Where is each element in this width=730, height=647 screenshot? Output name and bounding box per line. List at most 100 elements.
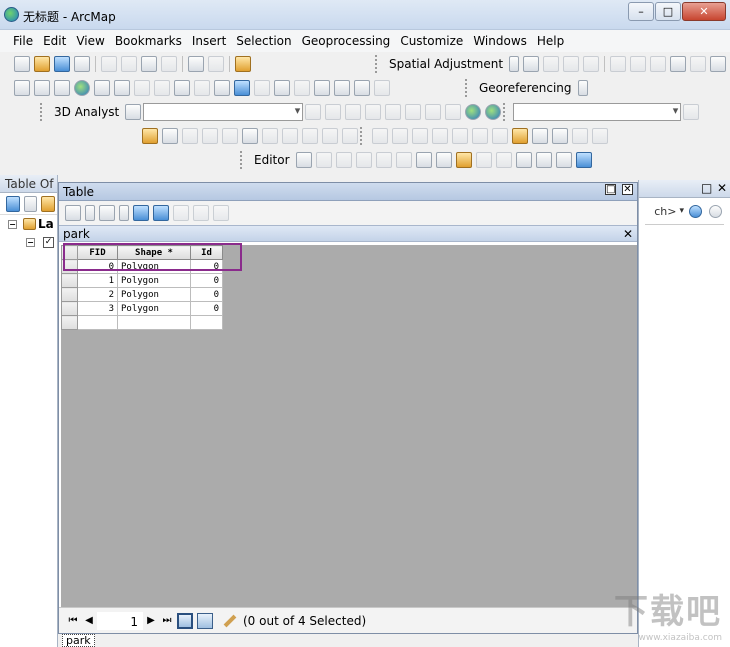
layer-visibility-checkbox[interactable]: ✓ [43, 236, 54, 248]
hammer-icon[interactable] [125, 104, 142, 120]
table-row-empty[interactable] [61, 315, 223, 330]
contour-icon[interactable] [305, 104, 322, 120]
row-selector[interactable] [61, 273, 78, 288]
link-table-icon[interactable] [610, 56, 627, 72]
reshape-edge-icon[interactable] [202, 128, 218, 144]
open-folder-icon[interactable] [34, 56, 50, 72]
trace-icon[interactable] [375, 152, 392, 168]
cell-id[interactable]: 0 [190, 259, 223, 274]
cell-empty[interactable] [77, 315, 118, 330]
clear-selection-icon[interactable] [173, 205, 189, 221]
row-selector[interactable] [61, 315, 78, 330]
list-by-drawing-order-icon[interactable] [6, 195, 20, 212]
menu-customize[interactable]: Customize [395, 30, 468, 52]
toolbar-grip-handle[interactable] [40, 103, 46, 121]
list-by-source-icon[interactable] [23, 195, 38, 212]
cell-shape[interactable]: Polygon [117, 301, 191, 316]
cell-shape[interactable]: Polygon [117, 287, 191, 302]
limited-adjustment-icon[interactable] [630, 56, 647, 72]
column-header-fid[interactable]: FID [77, 245, 118, 260]
list-by-visibility-icon[interactable] [41, 195, 56, 212]
select-by-attributes-icon[interactable] [133, 205, 149, 221]
related-tables-icon[interactable] [99, 205, 115, 221]
next-record-icon[interactable]: ▶ [143, 615, 159, 626]
table-options-icon[interactable] [65, 205, 81, 221]
preview-window-icon[interactable] [690, 56, 707, 72]
3d-analyst-layer-combo[interactable] [143, 103, 304, 121]
error-inspector-icon[interactable] [372, 128, 388, 144]
vertex-tool-icon[interactable] [412, 128, 428, 144]
clear-selection-icon[interactable] [194, 80, 210, 96]
rotate-icon[interactable] [495, 152, 512, 168]
fixed-zoom-in-icon[interactable] [94, 80, 110, 96]
dropdown-arrow-icon[interactable] [577, 80, 588, 96]
search-panel-close-button[interactable]: ✕ [717, 181, 727, 195]
row-selector[interactable] [61, 287, 78, 302]
zoom-out-icon[interactable] [34, 80, 50, 96]
fix-topology-error-icon[interactable] [342, 128, 358, 144]
search-panel-restore-button[interactable]: □ [701, 181, 712, 195]
cell-shape[interactable]: Polygon [117, 259, 191, 274]
delete-icon[interactable] [161, 56, 177, 72]
row-selector[interactable] [61, 301, 78, 316]
toolbar-grip-handle[interactable] [503, 103, 509, 121]
column-header-id[interactable]: Id [190, 245, 223, 260]
current-record-field[interactable]: 1 [97, 611, 143, 630]
table-window-titlebar[interactable]: Table □ ✕ [59, 183, 637, 201]
search-options-icon[interactable] [709, 204, 722, 218]
html-popup-icon[interactable] [274, 80, 290, 96]
pan-hand-icon[interactable] [54, 80, 70, 96]
cell-empty[interactable] [190, 315, 223, 330]
interpolate-polygon-icon[interactable] [405, 104, 422, 120]
menu-insert[interactable]: Insert [187, 30, 231, 52]
attribute-transfer-icon[interactable] [670, 56, 687, 72]
split-icon[interactable] [475, 152, 492, 168]
zoom-to-selected-icon[interactable] [193, 205, 209, 221]
dropdown-arrow-icon[interactable] [509, 56, 520, 72]
cell-fid[interactable]: 0 [77, 259, 118, 274]
network-barrier-icon[interactable] [552, 128, 568, 144]
table-row[interactable]: 3 Polygon 0 [61, 301, 223, 316]
extra-tool-icon[interactable] [683, 104, 700, 120]
view-link-table-icon[interactable] [710, 56, 727, 72]
search-scope-dropdown-icon[interactable]: ▾ [679, 206, 684, 216]
search-icon[interactable] [689, 204, 702, 218]
show-selected-records-icon[interactable] [197, 612, 213, 629]
show-all-records-icon[interactable] [177, 612, 193, 629]
collapse-icon[interactable]: − [8, 219, 17, 229]
sketch-tool-icon[interactable] [452, 128, 468, 144]
cut-polygons-icon[interactable] [455, 152, 472, 168]
menu-edit[interactable]: Edit [38, 30, 71, 52]
cell-fid[interactable]: 1 [77, 273, 118, 288]
toolbar-grip-handle[interactable] [240, 151, 246, 169]
show-shared-features-icon[interactable] [282, 128, 298, 144]
steepest-path-icon[interactable] [325, 104, 342, 120]
edit-vertices-icon[interactable] [415, 152, 432, 168]
new-document-icon[interactable] [14, 56, 30, 72]
dropdown-arrow-icon[interactable] [85, 205, 95, 221]
redo-icon[interactable] [208, 56, 224, 72]
save-icon[interactable] [54, 56, 70, 72]
close-button[interactable]: ✕ [682, 2, 726, 21]
straight-segment-icon[interactable] [335, 152, 352, 168]
forward-arrow-icon[interactable] [154, 80, 170, 96]
toc-layer-row[interactable]: − ✓ [0, 233, 57, 251]
3d-analyst-dropdown[interactable]: 3D Analyst [50, 105, 123, 119]
table-window-close-button[interactable]: ✕ [622, 184, 633, 195]
validate-topology-icon[interactable] [322, 128, 338, 144]
select-features-icon[interactable] [174, 80, 190, 96]
find-route-icon[interactable] [334, 80, 350, 96]
previous-record-icon[interactable]: ◀ [81, 615, 97, 626]
edit-annotation-icon[interactable] [315, 152, 332, 168]
circle-tool-icon[interactable] [492, 128, 508, 144]
generalize-edge-icon[interactable] [262, 128, 278, 144]
point-profile-icon[interactable] [445, 104, 462, 120]
bottom-table-tab[interactable]: park [62, 634, 95, 647]
end-point-arc-icon[interactable] [355, 152, 372, 168]
menu-selection[interactable]: Selection [231, 30, 296, 52]
editor-options-icon[interactable] [575, 152, 592, 168]
select-elements-icon[interactable] [523, 56, 540, 72]
reshape-feature-icon[interactable] [435, 152, 452, 168]
copy-icon[interactable] [121, 56, 137, 72]
sketch-properties-icon[interactable] [535, 152, 552, 168]
